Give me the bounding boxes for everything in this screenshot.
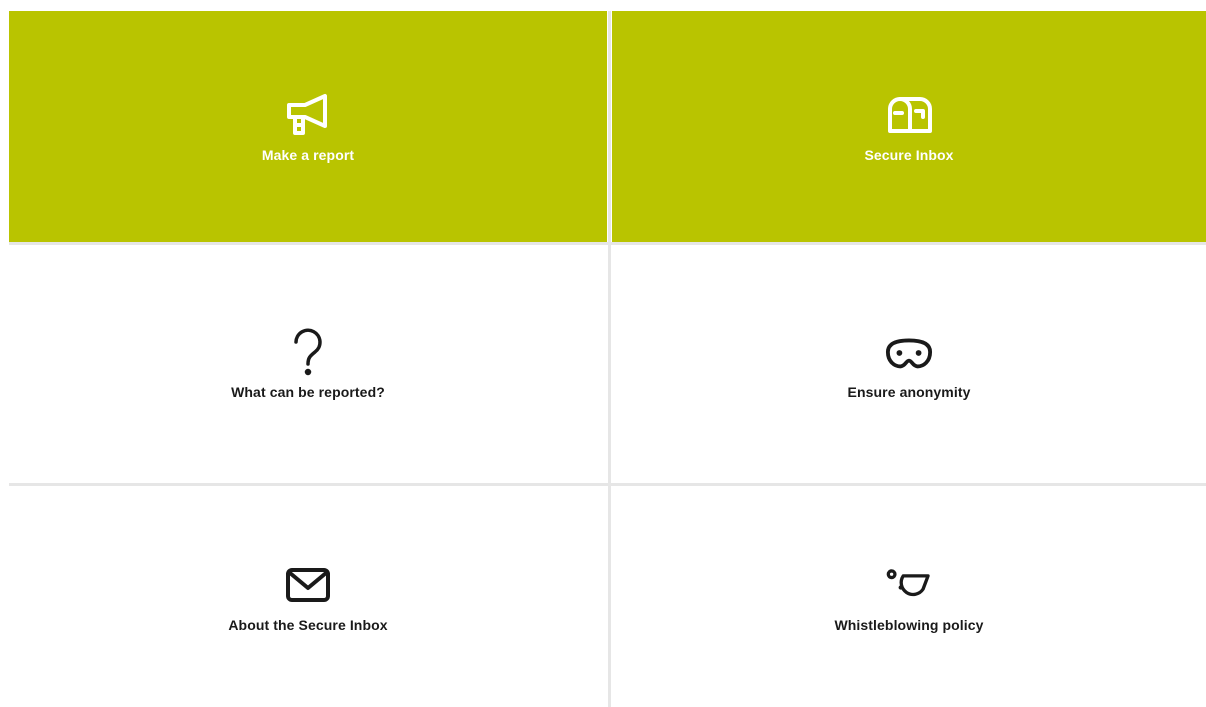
mailbox-icon: [885, 91, 933, 139]
mask-icon: [885, 328, 933, 376]
make-a-report-label: Make a report: [261, 146, 355, 163]
vertical-divider: [608, 11, 611, 707]
whistle-icon: [885, 561, 933, 609]
horizontal-divider: [9, 483, 1206, 486]
make-a-report-tile[interactable]: Make a report: [9, 11, 607, 242]
whistleblowing-policy-label: Whistleblowing policy: [834, 617, 984, 633]
secure-inbox-label: Secure Inbox: [864, 146, 954, 163]
about-the-secure-inbox-label: About the Secure Inbox: [228, 617, 388, 633]
whistleblowing-policy-tile[interactable]: Whistleblowing policy: [612, 487, 1206, 707]
secure-inbox-tile[interactable]: Secure Inbox: [612, 11, 1206, 242]
what-can-be-reported-tile[interactable]: What can be reported?: [9, 245, 607, 483]
horizontal-divider: [9, 242, 1206, 245]
what-can-be-reported-label: What can be reported?: [231, 384, 385, 400]
ensure-anonymity-tile[interactable]: Ensure anonymity: [612, 245, 1206, 483]
envelope-icon: [284, 561, 332, 609]
about-the-secure-inbox-tile[interactable]: About the Secure Inbox: [9, 487, 607, 707]
ensure-anonymity-label: Ensure anonymity: [847, 384, 971, 400]
megaphone-icon: [284, 91, 332, 139]
question-mark-icon: [284, 328, 332, 376]
